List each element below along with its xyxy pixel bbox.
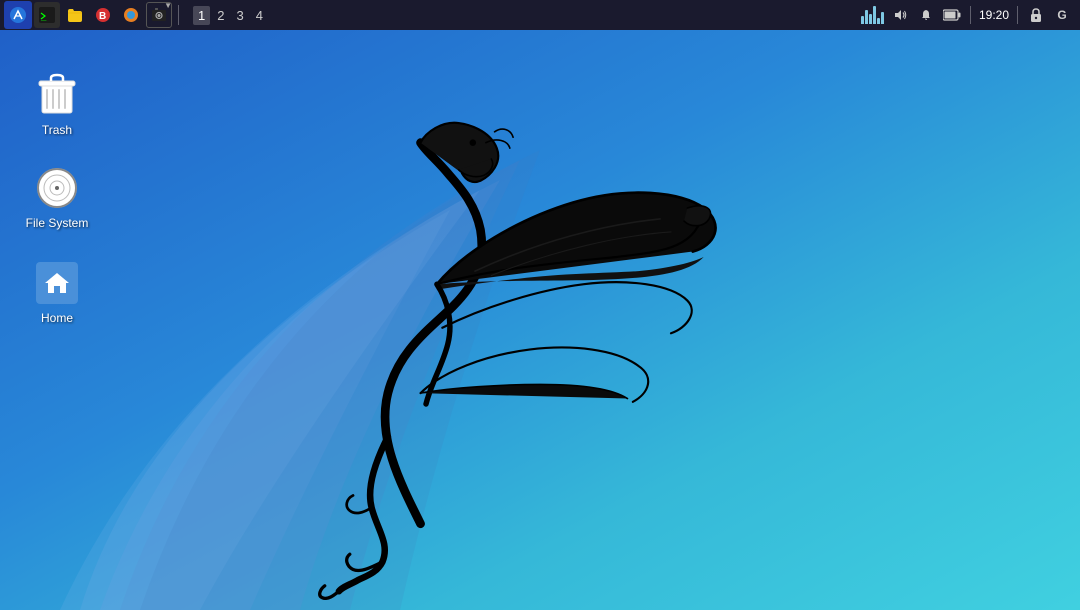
tray-separator xyxy=(970,6,971,24)
tray-separator-2 xyxy=(1017,6,1018,24)
terminal-icon: _ xyxy=(39,7,55,23)
home-icon-image xyxy=(33,259,81,307)
trash-icon-image xyxy=(33,71,81,119)
workspace-1[interactable]: 1 xyxy=(193,6,210,25)
filesystem-icon-image xyxy=(33,164,81,212)
workspace-divider xyxy=(178,5,179,25)
desktop: Trash File System xyxy=(0,30,1080,610)
firefox-icon xyxy=(123,7,139,23)
speaker-icon xyxy=(893,8,907,22)
home-icon[interactable]: Home xyxy=(17,255,97,329)
taskbar-left: _ B xyxy=(0,1,268,29)
battery-icon[interactable] xyxy=(942,5,962,25)
workspace-switcher: 1 2 3 4 xyxy=(193,6,268,25)
dragon-svg xyxy=(200,110,750,600)
kali-logo-icon xyxy=(9,6,27,24)
network-status-icon[interactable]: G xyxy=(1052,5,1072,25)
home-svg xyxy=(43,269,71,297)
screenshot-button[interactable]: ▼ xyxy=(146,2,172,28)
burpsuite-icon: B xyxy=(95,7,111,23)
filesystem-label: File System xyxy=(26,216,89,230)
home-icon-bg xyxy=(36,262,78,304)
trash-icon[interactable]: Trash xyxy=(17,67,97,141)
taskbar: _ B xyxy=(0,0,1080,30)
lock-svg-icon xyxy=(1030,8,1042,22)
network-graph xyxy=(861,6,884,24)
filesystem-icon[interactable]: File System xyxy=(17,160,97,234)
workspace-3[interactable]: 3 xyxy=(231,6,248,25)
workspace-4[interactable]: 4 xyxy=(251,6,268,25)
svg-text:B: B xyxy=(99,11,106,22)
workspace-2[interactable]: 2 xyxy=(212,6,229,25)
terminal-button[interactable]: _ xyxy=(34,2,60,28)
burpsuite-button[interactable]: B xyxy=(90,2,116,28)
clock: 19:20 xyxy=(979,8,1009,22)
kali-dragon xyxy=(200,110,800,590)
firefox-button[interactable] xyxy=(118,2,144,28)
battery-svg-icon xyxy=(943,9,961,21)
kali-menu-button[interactable] xyxy=(4,1,32,29)
trash-svg xyxy=(38,73,76,117)
notification-icon[interactable] xyxy=(916,5,936,25)
system-tray: 19:20 G xyxy=(861,5,1080,25)
files-button[interactable] xyxy=(62,2,88,28)
files-icon xyxy=(67,7,83,23)
lock-icon[interactable] xyxy=(1026,5,1046,25)
filesystem-svg xyxy=(36,167,78,209)
volume-icon[interactable] xyxy=(890,5,910,25)
bell-icon xyxy=(919,8,933,22)
trash-label: Trash xyxy=(42,123,72,137)
home-label: Home xyxy=(41,311,73,325)
